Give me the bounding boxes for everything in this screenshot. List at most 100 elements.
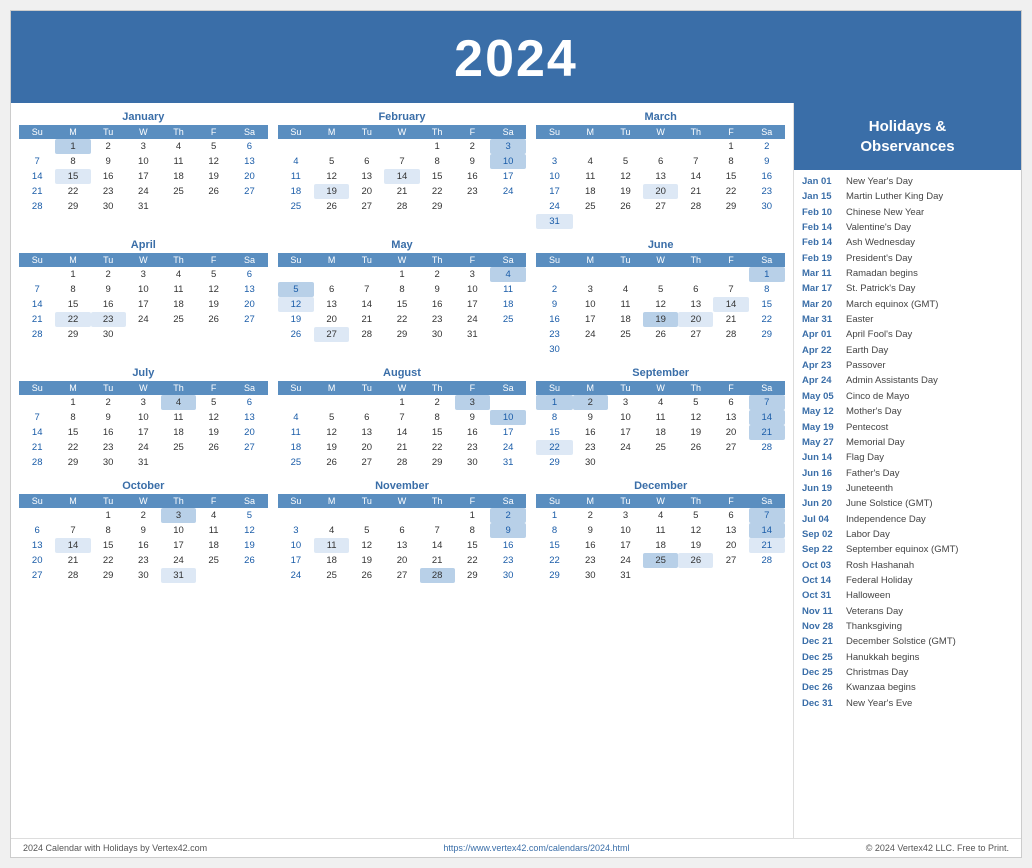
calendar-day: 9 xyxy=(573,410,608,425)
calendar-day: 28 xyxy=(749,553,785,568)
calendar-day: 6 xyxy=(231,139,267,154)
calendar-day: 27 xyxy=(349,455,384,470)
calendar-day: 19 xyxy=(196,425,231,440)
sidebar-event-item: Oct 14Federal Holiday xyxy=(802,575,1013,587)
calendar-day: 16 xyxy=(91,297,126,312)
calendar-day xyxy=(231,199,267,214)
calendar-day: 23 xyxy=(573,440,608,455)
calendar-day: 13 xyxy=(678,297,713,312)
event-name: Federal Holiday xyxy=(846,575,913,587)
event-date: Dec 26 xyxy=(802,682,842,694)
event-name: Christmas Day xyxy=(846,667,908,679)
calendar-day: 16 xyxy=(455,425,490,440)
calendar-day xyxy=(231,455,267,470)
calendar-day: 27 xyxy=(713,440,748,455)
calendar-day: 29 xyxy=(55,327,90,342)
calendar-day xyxy=(384,508,419,523)
calendar-day xyxy=(314,395,349,410)
sidebar-event-item: Mar 31Easter xyxy=(802,314,1013,326)
calendar-day xyxy=(713,455,748,470)
calendar-day: 7 xyxy=(19,282,55,297)
calendar-day: 18 xyxy=(161,169,196,184)
calendar-day: 18 xyxy=(278,184,314,199)
calendar-day: 19 xyxy=(196,169,231,184)
event-date: Feb 14 xyxy=(802,237,842,249)
calendar-day: 12 xyxy=(678,410,713,425)
calendar-day: 22 xyxy=(536,440,572,455)
calendar-day xyxy=(349,395,384,410)
calendar-day: 7 xyxy=(384,154,419,169)
calendar-day: 20 xyxy=(19,553,55,568)
month-title-11: December xyxy=(536,480,785,492)
calendar-day: 20 xyxy=(713,425,748,440)
calendar-day: 2 xyxy=(573,508,608,523)
calendar-day: 7 xyxy=(19,410,55,425)
sidebar-event-item: Apr 24Admin Assistants Day xyxy=(802,375,1013,387)
calendar-day: 12 xyxy=(314,169,349,184)
calendar-day: 27 xyxy=(713,553,748,568)
calendar-day: 19 xyxy=(678,425,713,440)
sidebar-event-item: Nov 11Veterans Day xyxy=(802,606,1013,618)
calendar-day: 24 xyxy=(126,440,161,455)
footer-center: https://www.vertex42.com/calendars/2024.… xyxy=(443,843,629,853)
calendar-day: 17 xyxy=(126,297,161,312)
month-title-10: November xyxy=(278,480,527,492)
month-may: MaySuMTuWThFSa12345678910111213141516171… xyxy=(278,239,527,357)
calendar-day: 24 xyxy=(490,440,526,455)
calendar-day: 27 xyxy=(349,199,384,214)
month-february: FebruarySuMTuWThFSa123456789101112131415… xyxy=(278,111,527,229)
calendar-day: 18 xyxy=(608,312,643,327)
calendar-day: 24 xyxy=(278,568,314,583)
calendar-day: 31 xyxy=(126,199,161,214)
sidebar-list: Jan 01New Year's DayJan 15Martin Luther … xyxy=(794,170,1021,719)
calendar-day: 6 xyxy=(384,523,419,538)
month-table-7: SuMTuWThFSa12345678910111213141516171819… xyxy=(278,381,527,470)
calendar-day: 30 xyxy=(126,568,161,583)
calendar-day: 15 xyxy=(536,425,572,440)
calendar-day: 22 xyxy=(55,440,90,455)
calendar-day: 16 xyxy=(536,312,572,327)
calendar-day: 28 xyxy=(19,455,55,470)
calendar-day: 1 xyxy=(536,395,572,410)
calendar-day: 21 xyxy=(19,440,55,455)
month-table-11: SuMTuWThFSa12345678910111213141516171819… xyxy=(536,494,785,583)
sidebar-event-item: Jan 15Martin Luther King Day xyxy=(802,191,1013,203)
calendar-day: 25 xyxy=(490,312,526,327)
calendar-day: 12 xyxy=(278,297,314,312)
calendar-day: 1 xyxy=(91,508,126,523)
calendar-day xyxy=(231,568,267,583)
event-name: April Fool's Day xyxy=(846,329,912,341)
calendar-day: 31 xyxy=(161,568,196,583)
calendar-day: 30 xyxy=(91,455,126,470)
sidebar-event-item: Sep 22September equinox (GMT) xyxy=(802,544,1013,556)
calendar-day: 17 xyxy=(490,425,526,440)
sidebar-event-item: Mar 20March equinox (GMT) xyxy=(802,299,1013,311)
calendar-day: 29 xyxy=(420,455,455,470)
calendar-day: 15 xyxy=(91,538,126,553)
calendar-day: 19 xyxy=(643,312,678,327)
calendar-day: 31 xyxy=(126,455,161,470)
calendar-day: 29 xyxy=(384,327,419,342)
calendar-day: 24 xyxy=(573,327,608,342)
month-title-7: August xyxy=(278,367,527,379)
calendar-day xyxy=(608,139,643,154)
calendar-day: 8 xyxy=(55,410,90,425)
calendar-day: 6 xyxy=(643,154,678,169)
calendar-day xyxy=(490,395,526,410)
calendar-day: 19 xyxy=(231,538,267,553)
calendar-day: 12 xyxy=(678,523,713,538)
sidebar-event-item: Dec 31New Year's Eve xyxy=(802,698,1013,710)
calendar-day: 13 xyxy=(231,410,267,425)
calendar-day: 8 xyxy=(713,154,748,169)
calendar-day: 3 xyxy=(608,508,643,523)
calendar-day: 10 xyxy=(278,538,314,553)
calendar-day xyxy=(643,214,678,229)
sidebar-event-item: May 12Mother's Day xyxy=(802,406,1013,418)
calendar-day: 14 xyxy=(19,169,55,184)
sidebar-event-item: Feb 14Ash Wednesday xyxy=(802,237,1013,249)
calendar-day: 28 xyxy=(19,199,55,214)
calendar-day: 29 xyxy=(420,199,455,214)
months-grid: JanuarySuMTuWThFSa1234567891011121314151… xyxy=(19,111,785,587)
calendar-day: 17 xyxy=(573,312,608,327)
calendar-day: 9 xyxy=(420,282,455,297)
